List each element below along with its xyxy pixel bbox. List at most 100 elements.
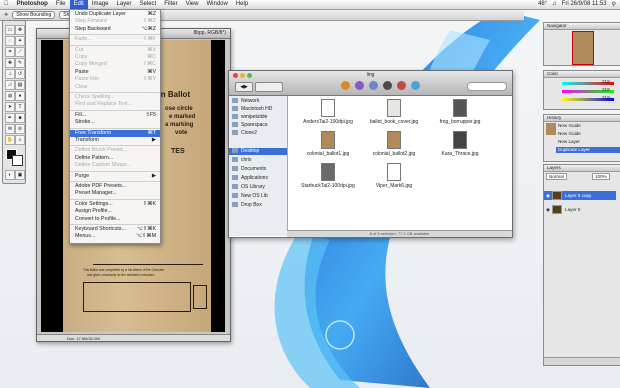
history-brush-icon[interactable]: ↺ (15, 69, 25, 79)
file-item[interactable]: ballot_book_cover.jpg (367, 99, 421, 125)
file-item[interactable]: colonial_ballot1.jpg (301, 131, 355, 157)
magic-wand-icon[interactable]: ✦ (15, 36, 25, 46)
menu-item[interactable]: Check Spelling... (70, 94, 160, 101)
apple-menu-icon[interactable]:  (0, 0, 13, 9)
sidebar-item[interactable]: Clone2 (232, 130, 287, 137)
opacity-field[interactable]: 100% (592, 173, 610, 180)
menu-edit[interactable]: Edit (69, 0, 88, 9)
show-bounding-button[interactable]: Show Bounding (12, 11, 56, 19)
palette-tab[interactable]: Layers (544, 165, 620, 172)
action-icon[interactable] (341, 81, 350, 90)
shape-tool-icon[interactable]: ■ (15, 113, 25, 123)
menu-item[interactable]: Adobe PDF Presets... (70, 183, 160, 190)
move-tool-icon[interactable]: ✛ (4, 12, 8, 18)
sidebar-item[interactable]: New OS Lib (232, 193, 287, 200)
history-item[interactable]: New Guide (558, 123, 581, 129)
palette-tab[interactable]: History (544, 115, 620, 122)
app-icon[interactable] (369, 81, 378, 90)
pen-tool-icon[interactable]: ✒ (5, 113, 15, 123)
menu-item[interactable]: Clear (70, 84, 160, 91)
menu-item[interactable]: Define Custom Shape... (70, 162, 160, 169)
menu-item[interactable]: Cut ⌘X (70, 47, 160, 54)
history-item[interactable]: New Guide (558, 131, 581, 137)
sidebar-item[interactable]: Network (232, 98, 287, 105)
file-item[interactable]: Viper_Mark6.jpg (367, 163, 421, 189)
file-item[interactable]: frog_borrupper.jpg (433, 99, 487, 125)
palette-tab[interactable]: Navigator (544, 23, 620, 30)
gradient-tool-icon[interactable]: ▤ (15, 80, 25, 90)
menu-item[interactable]: Step Backward ⌥⌘Z (70, 26, 160, 33)
screen-mode-icon[interactable]: ▣ (15, 170, 25, 180)
menu-item[interactable]: Purge ▶ (70, 173, 160, 180)
menu-item[interactable]: Fill... ⇧F5 (70, 112, 160, 119)
sidebar-item[interactable]: OS Library (232, 184, 287, 191)
crop-tool-icon[interactable]: ⌗ (5, 47, 15, 57)
volume-icon[interactable]: ♫ (552, 1, 557, 8)
menu-item[interactable]: Paste ⌘V (70, 69, 160, 76)
background-color-swatch[interactable] (12, 155, 23, 166)
menu-item[interactable]: Copy ⌘C (70, 54, 160, 61)
menu-layer[interactable]: Layer (113, 0, 136, 9)
path-select-icon[interactable]: ➤ (5, 102, 15, 112)
spotlight-icon[interactable]: ⚲ (612, 1, 616, 8)
menu-item[interactable]: Stroke... (70, 119, 160, 126)
green-value[interactable]: 219 (602, 87, 610, 93)
eraser-tool-icon[interactable]: ▱ (5, 80, 15, 90)
type-tool-icon[interactable]: T (15, 102, 25, 112)
menu-item[interactable]: Keyboard Shortcuts... ⌥⇧⌘K (70, 226, 160, 233)
menu-help[interactable]: Help (232, 0, 252, 9)
menu-item[interactable]: Undo Duplicate Layer ⌘Z (70, 11, 160, 18)
stamp-tool-icon[interactable]: ⊥ (5, 69, 15, 79)
menu-item[interactable]: Paste Into ⇧⌘V (70, 76, 160, 83)
sidebar-item[interactable]: Drop Box (232, 202, 287, 209)
app-icon[interactable] (411, 81, 420, 90)
layer-row[interactable]: ◉ Layer 0 copy (544, 191, 616, 201)
slice-tool-icon[interactable]: ⟋ (15, 47, 25, 57)
menu-item[interactable]: Preset Manager... (70, 190, 160, 197)
menu-item[interactable]: Assign Profile... (70, 208, 160, 215)
menu-file[interactable]: File (52, 0, 70, 9)
red-value[interactable]: 219 (602, 79, 610, 85)
eyedropper-icon[interactable]: ⊘ (15, 124, 25, 134)
menu-view[interactable]: View (182, 0, 203, 9)
file-item[interactable]: Kara_Thrace.jpg (433, 131, 487, 157)
app-icon[interactable] (397, 81, 406, 90)
menu-item[interactable]: Transform ▶ (70, 137, 160, 144)
menu-item[interactable]: Color Settings... ⇧⌘K (70, 201, 160, 208)
menu-item[interactable]: Convert to Profile... (70, 216, 160, 223)
menu-item[interactable]: Menus... ⌥⇧⌘M (70, 233, 160, 240)
file-item[interactable]: AndersTai2-100dpi.jpg (301, 99, 355, 125)
lasso-tool-icon[interactable]: ◌ (5, 36, 15, 46)
sidebar-item[interactable]: Applications (232, 175, 287, 182)
quick-mask-icon[interactable]: ◐ (5, 170, 15, 180)
app-icon[interactable] (355, 81, 364, 90)
menu-item[interactable]: Fade... ⇧⌘F (70, 36, 160, 43)
palette-tab[interactable]: Color (544, 71, 620, 78)
menu-window[interactable]: Window (202, 0, 231, 9)
navigator-preview[interactable] (572, 31, 594, 65)
menu-image[interactable]: Image (88, 0, 113, 9)
sidebar-item[interactable]: wmipelutdie (232, 114, 287, 121)
blur-tool-icon[interactable]: ◍ (5, 91, 15, 101)
menu-item[interactable]: Step Forward ⇧⌘Z (70, 18, 160, 25)
file-item[interactable]: StarbuckTai2-100dpi.jpg (301, 163, 355, 189)
history-item[interactable]: New Layer (558, 139, 580, 145)
notes-tool-icon[interactable]: ✉ (5, 124, 15, 134)
zoom-tool-icon[interactable]: ⌕ (15, 135, 25, 145)
menu-item[interactable]: Define Pattern... (70, 155, 160, 162)
healing-brush-icon[interactable]: ✚ (5, 58, 15, 68)
document-status[interactable]: Doc: 17.6M/32.0M (37, 334, 230, 341)
menu-filter[interactable]: Filter (160, 0, 181, 9)
menu-item[interactable]: Free Transform ⌘T (70, 129, 160, 137)
search-field[interactable] (467, 82, 507, 91)
file-item[interactable]: colonial_ballot2.jpg (367, 131, 421, 157)
eye-icon[interactable]: ◉ (546, 193, 550, 198)
eye-icon[interactable]: ◉ (546, 207, 550, 212)
sidebar-item[interactable]: chris (232, 157, 287, 164)
sidebar-item[interactable]: Sparespace (232, 122, 287, 129)
app-icon[interactable] (383, 81, 392, 90)
blend-mode-select[interactable]: Normal (546, 173, 567, 180)
view-mode-icon[interactable] (255, 82, 283, 92)
menu-select[interactable]: Select (136, 0, 161, 9)
layer-row[interactable]: ◉ Layer 0 (544, 205, 616, 215)
